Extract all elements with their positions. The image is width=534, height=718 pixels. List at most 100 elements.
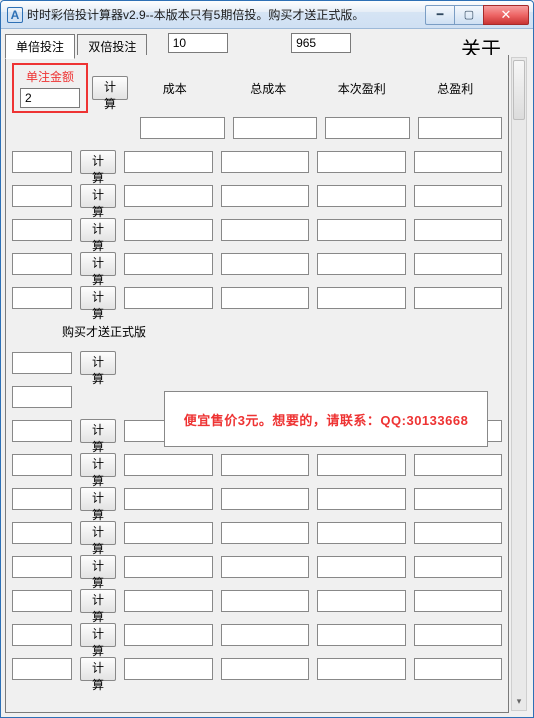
cell-cost[interactable] (124, 253, 213, 275)
row-input[interactable] (12, 287, 72, 309)
cell-this-profit[interactable] (317, 522, 406, 544)
row-input[interactable] (12, 151, 72, 173)
titlebar[interactable]: A 时时彩倍投计算器v2.9--本版本只有5期倍投。购买才送正式版。 ━ ▢ ✕ (1, 1, 533, 29)
calc-button[interactable]: 计算 (80, 286, 116, 310)
row-input[interactable] (12, 522, 72, 544)
row-input[interactable] (12, 624, 72, 646)
scroll-down-arrow-icon[interactable]: ▾ (513, 694, 525, 708)
cell-total-cost[interactable] (221, 454, 310, 476)
cell-this-profit[interactable] (317, 658, 406, 680)
cell-cost[interactable] (124, 454, 213, 476)
row-input[interactable] (12, 590, 72, 612)
cell-this-profit[interactable] (317, 556, 406, 578)
cell-total-cost[interactable] (233, 117, 318, 139)
cell-this-profit[interactable] (317, 287, 406, 309)
header-row: 单注金额 计算 成本 总成本 本次盈利 总盈利 (6, 55, 508, 117)
table-row: 计算 (12, 145, 502, 179)
close-button[interactable]: ✕ (483, 5, 529, 25)
cell-total-cost[interactable] (221, 488, 310, 510)
cell-total-cost[interactable] (221, 185, 310, 207)
cell-this-profit[interactable] (325, 117, 410, 139)
row-input[interactable] (12, 556, 72, 578)
calc-button[interactable]: 计算 (80, 252, 116, 276)
cell-total-cost[interactable] (221, 624, 310, 646)
cell-total-profit[interactable] (414, 522, 503, 544)
cell-total-cost[interactable] (221, 556, 310, 578)
cell-cost[interactable] (124, 658, 213, 680)
row-input[interactable] (12, 454, 72, 476)
cell-total-cost[interactable] (221, 287, 310, 309)
cell-total-cost[interactable] (221, 219, 310, 241)
row-input[interactable] (12, 420, 72, 442)
scroll-thumb[interactable] (513, 60, 525, 120)
cell-total-profit[interactable] (414, 219, 503, 241)
calc-button[interactable]: 计算 (80, 657, 116, 681)
section-title: 购买才送正式版 (6, 315, 508, 346)
cell-cost[interactable] (124, 151, 213, 173)
top-input-1[interactable] (168, 33, 228, 53)
calc-button[interactable]: 计算 (80, 184, 116, 208)
cell-cost[interactable] (124, 522, 213, 544)
app-window: A 时时彩倍投计算器v2.9--本版本只有5期倍投。购买才送正式版。 ━ ▢ ✕… (0, 0, 534, 718)
tab-single-bet[interactable]: 单倍投注 (5, 34, 75, 59)
calc-button[interactable]: 计算 (92, 76, 128, 100)
cell-total-cost[interactable] (221, 590, 310, 612)
cell-cost[interactable] (124, 488, 213, 510)
cell-total-profit[interactable] (414, 488, 503, 510)
cell-total-profit[interactable] (418, 117, 503, 139)
cell-cost[interactable] (124, 185, 213, 207)
calc-button[interactable]: 计算 (80, 150, 116, 174)
calc-button[interactable]: 计算 (80, 218, 116, 242)
cell-total-profit[interactable] (414, 253, 503, 275)
vertical-scrollbar[interactable]: ▾ (511, 57, 527, 711)
cell-cost[interactable] (124, 287, 213, 309)
amount-input[interactable] (20, 88, 80, 108)
cell-total-profit[interactable] (414, 454, 503, 476)
cell-cost[interactable] (124, 590, 213, 612)
cell-cost[interactable] (124, 219, 213, 241)
row-input[interactable] (12, 658, 72, 680)
calc-button[interactable]: 计算 (80, 419, 116, 443)
calc-button[interactable]: 计算 (80, 351, 116, 375)
cell-total-profit[interactable] (414, 624, 503, 646)
cell-total-profit[interactable] (414, 590, 503, 612)
cell-total-cost[interactable] (221, 658, 310, 680)
cell-total-profit[interactable] (414, 287, 503, 309)
cell-this-profit[interactable] (317, 185, 406, 207)
row-input[interactable] (12, 185, 72, 207)
calc-button[interactable]: 计算 (80, 453, 116, 477)
cell-total-profit[interactable] (414, 185, 503, 207)
cell-total-cost[interactable] (221, 522, 310, 544)
cell-cost[interactable] (124, 624, 213, 646)
cell-total-profit[interactable] (414, 556, 503, 578)
calc-button[interactable]: 计算 (80, 521, 116, 545)
top-input-2[interactable] (291, 33, 351, 53)
cell-total-profit[interactable] (414, 151, 503, 173)
cell-this-profit[interactable] (317, 590, 406, 612)
cell-this-profit[interactable] (317, 253, 406, 275)
window-title: 时时彩倍投计算器v2.9--本版本只有5期倍投。购买才送正式版。 (27, 6, 364, 23)
calc-button[interactable]: 计算 (80, 555, 116, 579)
calc-button[interactable]: 计算 (80, 623, 116, 647)
cell-this-profit[interactable] (317, 624, 406, 646)
cell-cost[interactable] (140, 117, 225, 139)
cell-total-profit[interactable] (414, 658, 503, 680)
cell-cost[interactable] (124, 556, 213, 578)
table-row: 计算 (12, 550, 502, 584)
cell-total-cost[interactable] (221, 151, 310, 173)
calc-button[interactable]: 计算 (80, 589, 116, 613)
minimize-button[interactable]: ━ (425, 5, 455, 25)
cell-this-profit[interactable] (317, 488, 406, 510)
row-input[interactable] (12, 253, 72, 275)
calc-button[interactable]: 计算 (80, 487, 116, 511)
maximize-button[interactable]: ▢ (454, 5, 484, 25)
row-input[interactable] (12, 488, 72, 510)
header-this-profit: 本次盈利 (315, 80, 409, 97)
cell-this-profit[interactable] (317, 151, 406, 173)
row-input[interactable] (12, 386, 72, 408)
cell-this-profit[interactable] (317, 219, 406, 241)
cell-total-cost[interactable] (221, 253, 310, 275)
row-input[interactable] (12, 352, 72, 374)
row-input[interactable] (12, 219, 72, 241)
cell-this-profit[interactable] (317, 454, 406, 476)
